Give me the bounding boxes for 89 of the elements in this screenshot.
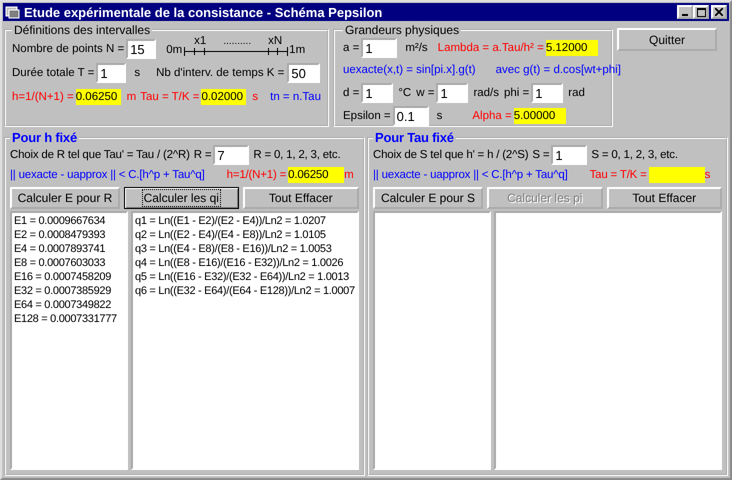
action-button[interactable]: Calculer les qi	[124, 187, 238, 209]
formula-text: avec g(t) = d.cos[wt+phi]	[496, 64, 621, 76]
app-icon	[5, 5, 21, 19]
list-item[interactable]: q1 = Ln((E1 - E2)/(E2 - E4))/Ln2 = 1.0207	[135, 214, 355, 228]
field-label: Epsilon =	[343, 110, 391, 122]
formula-label: Alpha =	[472, 110, 512, 122]
list-item[interactable]: q5 = Ln((E16 - E32)/(E32 - E64))/Ln2 = 1.0013	[135, 270, 355, 284]
exponent-input[interactable]: 1	[551, 145, 588, 165]
range-text: S = 0, 1, 2, 3, etc.	[591, 149, 678, 161]
maximize-button[interactable]	[693, 5, 709, 19]
norm-text: || uexacte - uapprox || < C.[h^p + Tau^q]	[373, 169, 568, 181]
result-value: 0.02000	[201, 89, 246, 105]
choice-text: Choix de R tel que Tau' = Tau / (2^R)	[10, 149, 190, 161]
unit-label: m	[126, 91, 136, 103]
list-item[interactable]: E8 = 0.0007603033	[14, 256, 124, 270]
error-listbox[interactable]: E1 = 0.0009667634 E2 = 0.0008479393 E4 = 0.0007893741 E8 = 0.0007603033 E16 = 0.0007458209 E32 = 0.0007385929 E64 = 0.0007349822 E128 = 0.0007331777	[10, 211, 128, 470]
minimize-button[interactable]	[677, 5, 693, 19]
window-title: Etude expérimentale de la consistance - Schéma Pepsilon	[24, 4, 382, 20]
intervals-input[interactable]: 50	[287, 63, 320, 83]
formula-label: Tau = T/K =	[590, 169, 647, 181]
field-label: Nombre de points N =	[12, 43, 124, 55]
unit-label: m	[344, 169, 354, 181]
unit-label: rad	[568, 87, 585, 99]
field-label: w =	[416, 87, 434, 99]
field-label: a =	[343, 42, 360, 54]
diffusivity-input[interactable]: 1	[361, 38, 398, 58]
result-value: 0.06250	[76, 89, 121, 105]
panel-title: Pour h fixé	[11, 130, 78, 145]
result-value: 5.12000	[546, 40, 598, 56]
unit-label: °C	[398, 87, 412, 99]
action-button[interactable]: Tout Effacer	[606, 187, 722, 209]
panel-title: Pour Tau fixé	[374, 130, 455, 145]
formula-text: uexacte(x,t) = sin[pi.x].g(t)	[343, 64, 476, 76]
action-button[interactable]: Calculer E pour S	[373, 187, 483, 209]
close-button[interactable]	[711, 5, 727, 19]
result-value: 0.06250	[288, 167, 344, 183]
field-label: phi =	[504, 87, 530, 99]
maximize-icon	[696, 8, 706, 16]
group-title: Grandeurs physiques	[344, 23, 460, 37]
unit-label: s	[436, 110, 442, 122]
unit-label: s	[704, 169, 710, 181]
duration-input[interactable]: 1	[96, 63, 126, 83]
parameter-input[interactable]: 1	[531, 83, 564, 103]
ellipsis-text: ..........	[223, 36, 252, 47]
axis-label: 0m	[166, 44, 182, 56]
field-label: Nb d'interv. de temps K =	[156, 67, 284, 79]
result-value	[648, 167, 705, 183]
list-item[interactable]: E2 = 0.0008479393	[14, 228, 124, 242]
exponent-input[interactable]: 7	[213, 145, 250, 165]
unit-label: rad/s	[473, 87, 500, 99]
formula-label: h=1/(N+1) =	[12, 91, 74, 103]
field-label: d =	[343, 87, 360, 99]
result-value: 5.00000	[514, 108, 566, 124]
choice-text: Choix de S tel que h' = h / (2^S)	[373, 149, 528, 161]
points-input[interactable]: 15	[126, 39, 156, 59]
axis-label: xN	[268, 36, 282, 47]
group-title: Définitions des intervalles	[13, 23, 152, 37]
field-label: Durée totale T =	[12, 67, 94, 79]
list-item[interactable]: E128 = 0.0007331777	[14, 312, 124, 326]
parameter-input[interactable]: 1	[436, 83, 468, 103]
list-item[interactable]: E16 = 0.0007458209	[14, 270, 124, 284]
list-item[interactable]: q2 = Ln((E2 - E4)/(E4 - E8))/Ln2 = 1.0105	[135, 228, 355, 242]
unit-label: m²/s	[405, 42, 428, 54]
list-item[interactable]: E1 = 0.0009667634	[14, 214, 124, 228]
formula-label: Tau = T/K =	[140, 91, 200, 103]
unit-label: s	[134, 67, 140, 79]
parameter-input[interactable]: 1	[361, 83, 394, 103]
quit-button[interactable]: Quitter	[617, 28, 717, 51]
list-item[interactable]: q6 = Ln((E32 - E64)/(E64 - E128))/Ln2 = 1.0007	[135, 284, 355, 298]
order-listbox[interactable]	[131, 211, 359, 470]
list-item[interactable]: q3 = Ln((E4 - E8)/(E8 - E16))/Ln2 = 1.0053	[135, 242, 355, 256]
list-item[interactable]: E32 = 0.0007385929	[14, 284, 124, 298]
epsilon-input[interactable]: 0.1	[392, 106, 429, 126]
unit-label: s	[252, 91, 258, 103]
formula-text: tn = n.Tau	[270, 91, 321, 103]
axis-label: x1	[194, 36, 206, 47]
list-item[interactable]: q4 = Ln((E8 - E16)/(E16 - E32))/Ln2 = 1.0026	[135, 256, 355, 270]
action-button[interactable]: Calculer E pour R	[10, 187, 120, 209]
norm-text: || uexacte - uapprox || < C.[h^p + Tau^q]	[10, 169, 205, 181]
axis-label: 1m	[289, 44, 306, 56]
action-button[interactable]: Tout Effacer	[242, 187, 359, 209]
list-item[interactable]: E4 = 0.0007893741	[14, 242, 124, 256]
range-text: R = 0, 1, 2, 3, etc.	[253, 149, 340, 161]
list-item[interactable]: E64 = 0.0007349822	[14, 298, 124, 312]
field-label: S =	[532, 149, 550, 161]
formula-label: Lambda = a.Tau/h² =	[438, 42, 544, 54]
formula-label: h=1/(N+1) =	[226, 169, 286, 181]
close-icon	[715, 8, 723, 16]
field-label: R =	[194, 149, 212, 161]
